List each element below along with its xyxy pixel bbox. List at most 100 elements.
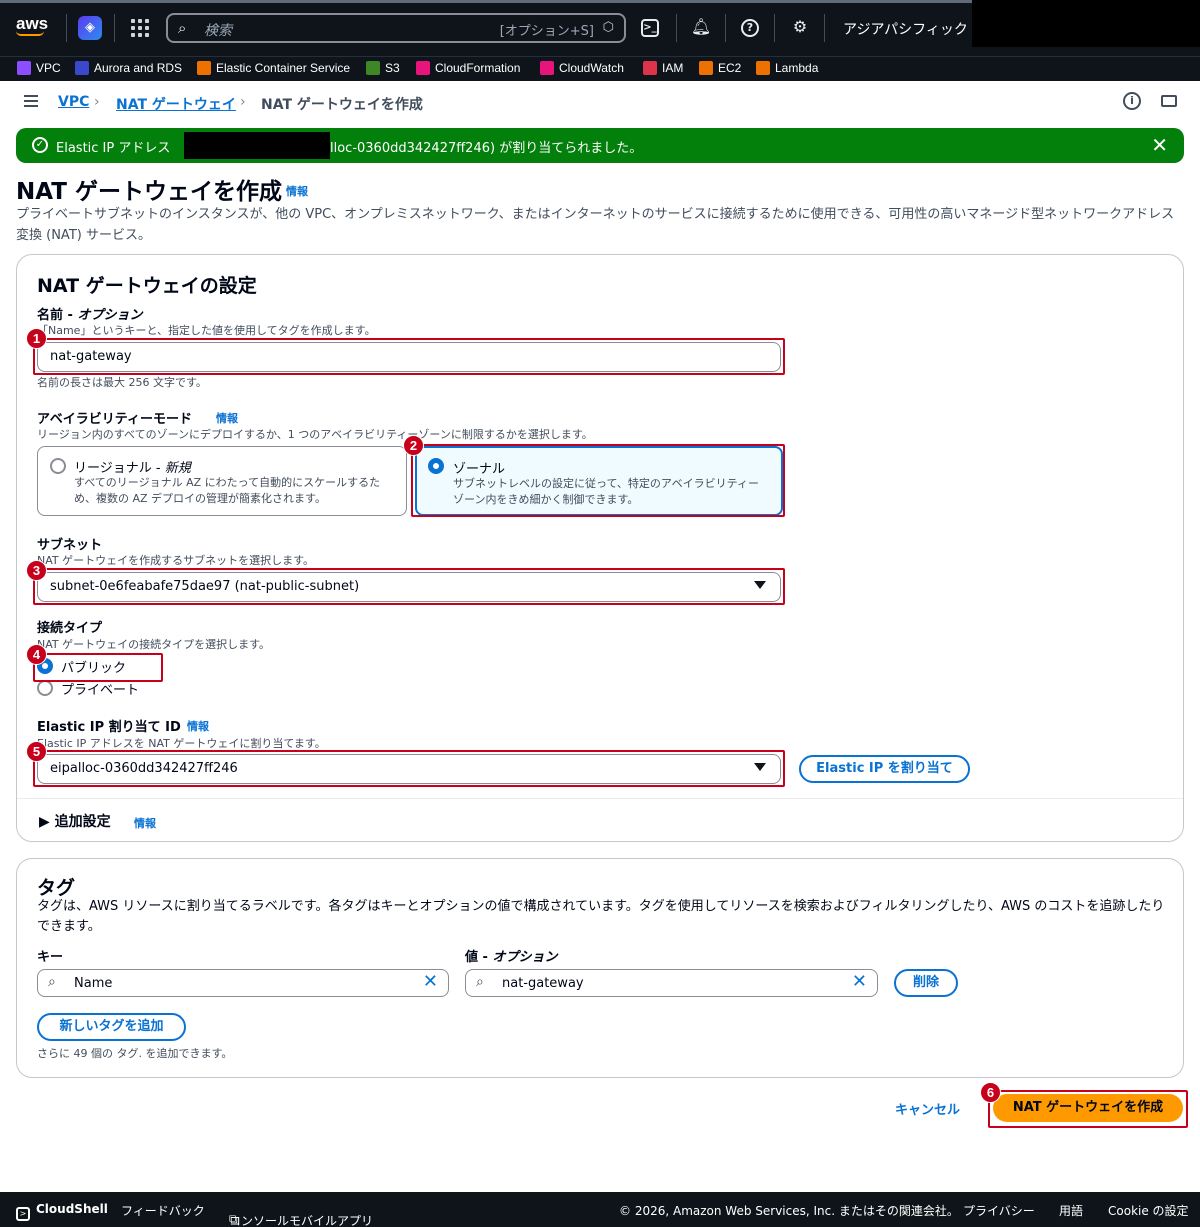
settings-icon[interactable]: ⚙	[789, 16, 811, 38]
annotation-highlight	[33, 338, 785, 375]
subnet-label: サブネット	[37, 538, 103, 553]
search-icon: ⌕	[178, 19, 187, 37]
favorite-ec2[interactable]: EC2	[699, 61, 741, 75]
cloudformation-icon	[416, 61, 430, 75]
q-search-icon[interactable]: ⬡	[603, 20, 614, 35]
annotation-highlight	[988, 1090, 1188, 1128]
cloudwatch-icon	[540, 61, 554, 75]
annotation-highlight	[33, 750, 785, 787]
annotation-highlight	[33, 653, 163, 682]
page-title: NAT ゲートウェイを作成	[16, 179, 282, 205]
allocate-eip-button[interactable]: Elastic IP を割り当て	[799, 755, 970, 783]
q-developer-icon[interactable]: ◈	[78, 16, 102, 40]
cloudshell-footer-button[interactable]: > CloudShell	[16, 1202, 108, 1221]
clear-icon[interactable]: ✕	[423, 971, 438, 992]
breadcrumb-nat-gateway[interactable]: NAT ゲートウェイ	[116, 94, 236, 114]
name-constraint: 名前の長さは最大 256 文字です。	[37, 376, 207, 389]
flash-message-prefix: Elastic IP アドレス	[56, 141, 171, 156]
tag-key-input[interactable]: ⌕ Name ✕	[37, 969, 449, 997]
cookie-settings-link[interactable]: Cookie の設定	[1108, 1202, 1189, 1219]
clear-icon[interactable]: ✕	[852, 971, 867, 992]
favorites-bar: VPC Aurora and RDS Elastic Container Ser…	[0, 56, 1200, 81]
nav-divider	[676, 14, 677, 42]
regional-radio[interactable]	[50, 458, 66, 474]
lambda-icon	[756, 61, 770, 75]
help-icon[interactable]: ?	[741, 19, 759, 37]
tag-value-input[interactable]: ⌕ nat-gateway ✕	[465, 969, 878, 997]
regional-description: すべてのリージョナル AZ にわたって自動的にスケールするため、複数の AZ デ…	[74, 476, 381, 505]
breadcrumb-current: NAT ゲートウェイを作成	[261, 97, 423, 113]
terms-link[interactable]: 用語	[1059, 1202, 1083, 1219]
ec2-icon	[699, 61, 713, 75]
search-shortcut-hint: [オプション+S]	[499, 24, 594, 39]
success-icon: ✓	[32, 137, 48, 153]
caret-right-icon: ▶	[39, 814, 50, 830]
favorite-cloudwatch[interactable]: CloudWatch	[540, 61, 624, 75]
private-radio[interactable]	[37, 680, 53, 696]
search-icon: ⌕	[476, 974, 484, 990]
tag-key-label: キー	[37, 950, 64, 965]
page-description: プライベートサブネットのインスタンスが、他の VPC、オンプレミスネットワーク、…	[16, 207, 1175, 243]
nav-divider	[824, 14, 825, 42]
favorite-vpc[interactable]: VPC	[17, 61, 61, 75]
favorite-s3[interactable]: S3	[366, 61, 400, 75]
breadcrumb-separator-icon: ›	[94, 94, 100, 110]
favorite-iam[interactable]: IAM	[643, 61, 683, 75]
search-input[interactable]: ⌕ 検索 [オプション+S] ⬡	[166, 13, 626, 43]
search-icon: ⌕	[48, 974, 56, 990]
additional-settings-expander[interactable]: ▶ 追加設定	[39, 811, 111, 831]
name-description: 「Name」というキーと、指定した値を使用してタグを作成します。	[37, 324, 376, 337]
availability-info-link[interactable]: 情報	[216, 410, 238, 426]
feedback-link[interactable]: フィードバック	[121, 1202, 205, 1219]
eip-label: Elastic IP 割り当て ID	[37, 720, 181, 735]
annotation-badge: 5	[26, 741, 47, 762]
connectivity-type-description: NAT ゲートウェイの接続タイプを選択します。	[37, 638, 271, 651]
eip-description: Elastic IP アドレスを NAT ゲートウェイに割り当てます。	[37, 737, 326, 750]
privacy-link[interactable]: プライバシー	[963, 1202, 1035, 1219]
settings-title: NAT ゲートウェイの設定	[37, 275, 257, 297]
annotation-badge: 3	[26, 560, 47, 581]
cloudshell-icon[interactable]: >_	[641, 19, 659, 37]
search-placeholder: 検索	[204, 23, 232, 39]
breadcrumb-vpc[interactable]: VPC	[58, 94, 89, 110]
copyright: © 2026, Amazon Web Services, Inc. またはその関…	[619, 1204, 959, 1218]
cancel-button[interactable]: キャンセル	[895, 1099, 960, 1118]
success-flash: ✓ Elastic IP アドレス lloc-0360dd342427ff246…	[16, 128, 1184, 163]
section-divider	[17, 798, 1183, 799]
close-icon[interactable]: ✕	[1151, 133, 1168, 157]
annotation-badge: 2	[403, 435, 424, 456]
vpc-icon	[17, 61, 31, 75]
additional-info-link[interactable]: 情報	[134, 815, 156, 831]
iam-icon	[643, 61, 657, 75]
nav-divider	[66, 14, 67, 42]
info-panel-icon[interactable]: i	[1123, 92, 1141, 110]
tag-value-label: 値 - オプション	[465, 950, 558, 965]
connectivity-type-label: 接続タイプ	[37, 621, 103, 636]
nav-divider	[774, 14, 775, 42]
eip-info-link[interactable]: 情報	[187, 718, 209, 734]
rds-icon	[75, 61, 89, 75]
remove-tag-button[interactable]: 削除	[894, 969, 958, 997]
favorite-cloudformation[interactable]: CloudFormation	[416, 61, 520, 75]
menu-icon[interactable]	[24, 95, 38, 110]
favorite-lambda[interactable]: Lambda	[756, 61, 818, 75]
aws-logo[interactable]: aws	[16, 15, 48, 36]
add-tag-button[interactable]: 新しいタグを追加	[37, 1013, 186, 1041]
subnet-description: NAT ゲートウェイを作成するサブネットを選択します。	[37, 554, 315, 567]
apps-grid-icon[interactable]	[131, 19, 149, 37]
tag-value-value: nat-gateway	[502, 976, 584, 991]
favorite-ecs[interactable]: Elastic Container Service	[197, 61, 350, 75]
annotation-highlight	[411, 444, 785, 517]
tags-remaining: さらに 49 個の タグ. を追加できます。	[37, 1047, 233, 1060]
redacted-ip	[184, 132, 330, 159]
tags-description: タグは、AWS リソースに割り当てるラベルです。各タグはキーとオプションの値で構…	[37, 899, 1165, 934]
ecs-icon	[197, 61, 211, 75]
console-footer: > CloudShell フィードバック ⧉ コンソールモバイルアプリ © 202…	[0, 1192, 1200, 1227]
page-info-link[interactable]: 情報	[286, 183, 308, 199]
flash-message-suffix: lloc-0360dd342427ff246) が割り当てられました。	[330, 141, 643, 156]
bell-icon[interactable]: 🔔︎	[690, 16, 712, 38]
favorite-rds[interactable]: Aurora and RDS	[75, 61, 182, 75]
notifications-panel-icon[interactable]	[1161, 95, 1177, 107]
s3-icon	[366, 61, 380, 75]
regional-option-tile[interactable]: リージョナル - 新規 すべてのリージョナル AZ にわたって自動的にスケールす…	[37, 446, 407, 516]
